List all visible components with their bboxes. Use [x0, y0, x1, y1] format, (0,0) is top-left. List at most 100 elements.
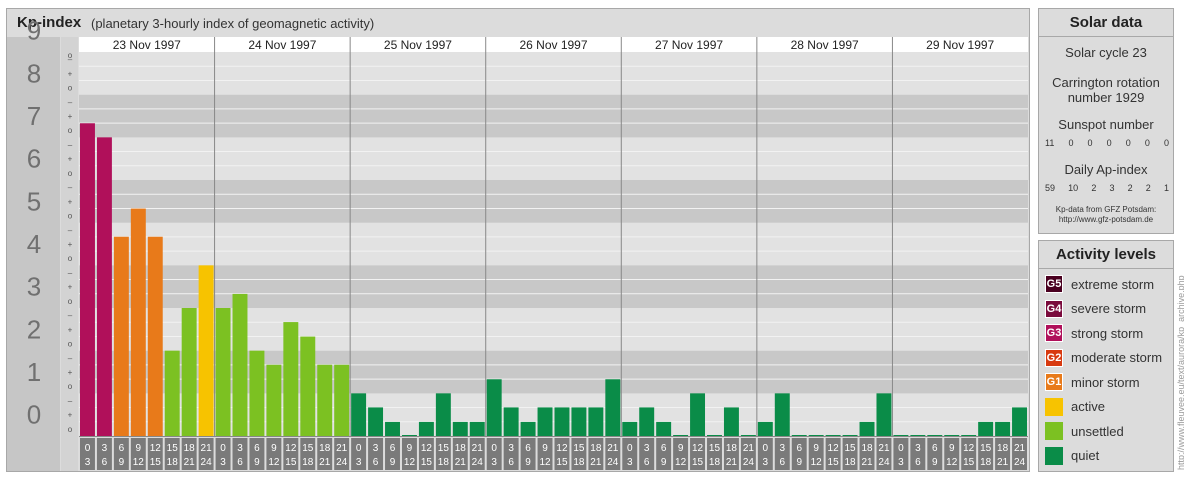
ap-value: 10 — [1068, 183, 1079, 193]
band-3 — [79, 265, 1028, 308]
minor-mark: + — [68, 411, 73, 420]
band-6 — [79, 137, 1028, 180]
time-label-start: 18 — [455, 443, 467, 454]
time-label-end: 15 — [556, 457, 568, 468]
time-label-start: 0 — [85, 443, 91, 454]
legend-item: G2 moderate storm — [1045, 348, 1162, 368]
time-label-end: 15 — [692, 457, 704, 468]
time-label-start: 3 — [102, 443, 108, 454]
time-label-start: 21 — [878, 443, 890, 454]
time-label-end: 18 — [438, 457, 450, 468]
day-label: 24 Nov 1997 — [248, 38, 316, 52]
time-label-end: 12 — [133, 457, 145, 468]
time-label-start: 15 — [167, 443, 179, 454]
band-4 — [79, 222, 1028, 266]
minor-mark: – — [68, 268, 73, 277]
kp-bar — [859, 421, 875, 436]
legend-item: G4 severe storm — [1045, 299, 1146, 319]
time-label-start: 6 — [390, 443, 396, 454]
time-label-start: 6 — [932, 443, 938, 454]
time-label-end: 3 — [356, 457, 362, 468]
legend-swatch: G5 — [1045, 275, 1063, 293]
kp-bar — [757, 421, 773, 436]
kp-bar — [910, 435, 926, 436]
kp-bar — [774, 393, 790, 436]
kp-bar — [944, 435, 960, 436]
legend-swatch: G4 — [1045, 299, 1063, 318]
time-label-end: 18 — [302, 457, 314, 468]
time-label-end: 12 — [946, 457, 958, 468]
kp-bar — [723, 407, 739, 436]
time-label-start: 0 — [763, 443, 769, 454]
minor-mark: + — [68, 197, 73, 206]
kp-bar — [113, 236, 129, 436]
sunspot-value: 0 — [1163, 138, 1169, 148]
kp-bar — [198, 265, 214, 436]
kp-bar — [893, 435, 909, 436]
legend-swatch: G1 — [1045, 373, 1063, 391]
y-tick-label: 7 — [27, 101, 41, 131]
time-label-start: 6 — [796, 443, 802, 454]
time-label-end: 21 — [319, 457, 331, 468]
kp-bar — [96, 137, 112, 437]
minor-mark: – — [68, 98, 73, 107]
legend-label: severe storm — [1071, 301, 1147, 316]
time-label-end: 15 — [828, 457, 840, 468]
time-label-start: 15 — [573, 443, 585, 454]
time-label-start: 0 — [491, 443, 497, 454]
time-label-end: 18 — [845, 457, 857, 468]
time-label-end: 21 — [861, 457, 873, 468]
time-label-start: 3 — [915, 443, 921, 454]
time-label-start: 21 — [607, 443, 619, 454]
time-label-end: 6 — [915, 457, 921, 468]
time-label-end: 18 — [573, 457, 585, 468]
activity-levels-panel: Activity levels G5 extreme storm G4 severe … — [1038, 240, 1174, 472]
time-label-end: 3 — [898, 457, 904, 468]
kp-bar — [791, 435, 807, 436]
ap-value: 59 — [1045, 183, 1056, 193]
time-label-start: 12 — [692, 443, 704, 454]
sunspot-value: 0 — [1125, 138, 1131, 148]
ap-value: 3 — [1109, 183, 1115, 193]
time-label-end: 21 — [455, 457, 467, 468]
minor-mark: + — [68, 112, 73, 121]
kp-bar — [740, 435, 756, 436]
legend-swatch — [1045, 446, 1063, 465]
band-8 — [79, 52, 1028, 95]
time-label-start: 18 — [184, 443, 196, 454]
time-label-end: 6 — [237, 457, 243, 468]
sunspot-value: 0 — [1068, 138, 1074, 148]
time-label-end: 6 — [644, 457, 650, 468]
y-tick-label: 2 — [27, 314, 41, 344]
source-watermark: http://www.fleuvee.eu/text/aurora/kp_arc… — [1176, 275, 1184, 470]
y-tick-label: 5 — [27, 186, 41, 216]
time-label-start: 9 — [136, 443, 142, 454]
solar-data-panel: Solar data Solar cycle 23 Carrington rot… — [1038, 8, 1174, 234]
time-label-end: 9 — [932, 457, 938, 468]
time-label-start: 12 — [150, 443, 162, 454]
kp-bar — [622, 421, 638, 436]
kp-bar — [876, 393, 892, 436]
y-tick-label: 0 — [27, 400, 41, 430]
time-label-start: 12 — [421, 443, 433, 454]
time-label-end: 9 — [661, 457, 667, 468]
minor-mark: o — [68, 84, 73, 93]
time-label-start: 21 — [201, 443, 213, 454]
kp-bar — [571, 407, 587, 436]
time-label-end: 9 — [254, 457, 260, 468]
time-label-start: 3 — [373, 443, 379, 454]
ap-value: 1 — [1163, 183, 1169, 193]
legend-label: extreme storm — [1071, 276, 1155, 292]
time-label-end: 6 — [373, 457, 379, 468]
time-label-start: 18 — [861, 443, 873, 454]
time-label-start: 15 — [845, 443, 857, 454]
time-label-start: 12 — [963, 443, 975, 454]
kp-bar — [588, 407, 604, 436]
legend-swatch — [1045, 397, 1063, 416]
legend-label: active — [1071, 399, 1105, 414]
day-label: 27 Nov 1997 — [655, 38, 723, 52]
minor-mark: + — [68, 240, 73, 249]
time-label-start: 9 — [678, 443, 684, 454]
y-tick-label: 8 — [27, 58, 41, 88]
minor-mark: + — [68, 69, 73, 78]
